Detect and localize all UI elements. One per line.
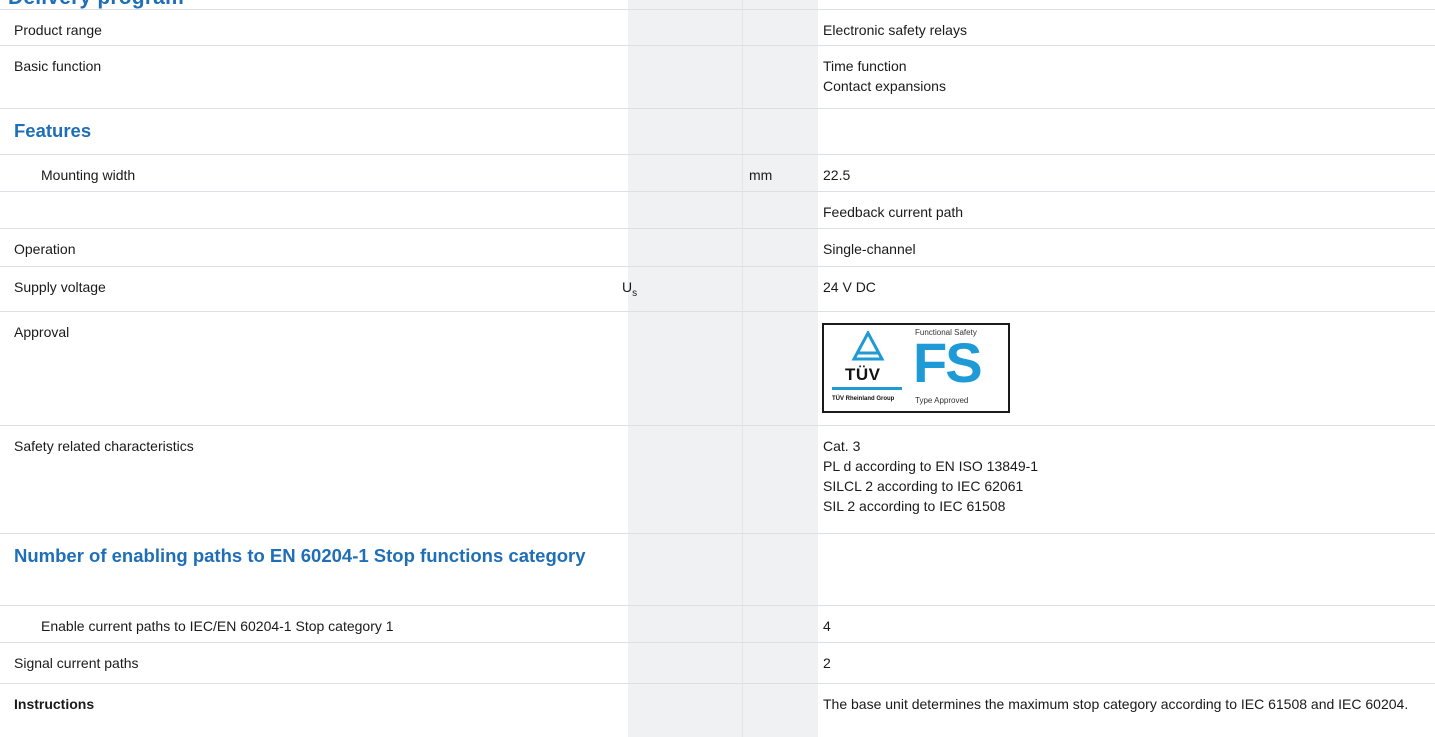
table-row-features-heading: Features (0, 108, 1435, 154)
section-heading-features: Features (14, 120, 92, 141)
row-label: Signal current paths (14, 655, 139, 671)
table-row-approval: Approval TÜV TÜV Rheinland Group Functio… (0, 311, 1435, 425)
row-value: Feedback current path (823, 204, 964, 220)
value-line: SIL 2 according to IEC 61508 (823, 498, 1006, 514)
row-value: 4 (823, 618, 831, 634)
row-value: 2 (823, 655, 831, 671)
section-title: Delivery program (8, 0, 184, 9)
row-label: Mounting width (41, 167, 136, 183)
row-symbol: Us (622, 277, 637, 300)
row-label: Operation (14, 241, 76, 257)
badge-tuv-text: TÜV (845, 365, 881, 384)
badge-fs-text: FS (913, 331, 983, 394)
row-label: Basic function (14, 58, 102, 74)
badge-accent-line (832, 387, 902, 390)
row-value: The base unit determines the maximum sto… (823, 696, 1409, 712)
row-label: Enable current paths to IEC/EN 60204-1 S… (41, 618, 394, 634)
table-row-instructions: Instructions The base unit determines th… (0, 683, 1435, 737)
table-row-safety: Safety related characteristics Cat. 3 PL… (0, 425, 1435, 533)
row-value-list: Cat. 3 PL d according to EN ISO 13849-1 … (823, 436, 1038, 516)
row-value: 22.5 (823, 167, 851, 183)
symbol-subscript: s (632, 288, 638, 299)
table-row-supply-voltage: Supply voltage Us 24 V DC (0, 266, 1435, 311)
row-label: Supply voltage (14, 279, 106, 295)
table-row-enabling-heading: Number of enabling paths to EN 60204-1 S… (0, 533, 1435, 605)
value-line: Cat. 3 (823, 438, 861, 454)
row-label: Approval (14, 324, 70, 340)
value-line: Contact expansions (823, 78, 946, 94)
row-value: Single-channel (823, 241, 916, 257)
table-row-operation: Operation Single-channel (0, 228, 1435, 266)
badge-group-text: TÜV Rheinland Group (832, 396, 895, 402)
row-value: 24 V DC (823, 279, 876, 295)
badge-subtitle: Type Approved (915, 396, 969, 405)
table-row-enable-paths: Enable current paths to IEC/EN 60204-1 S… (0, 605, 1435, 642)
row-unit: mm (749, 167, 773, 183)
value-line: Time function (823, 58, 907, 74)
row-value: Electronic safety relays (823, 22, 967, 38)
row-label: Instructions (14, 696, 95, 712)
value-line: PL d according to EN ISO 13849-1 (823, 458, 1039, 474)
table-row-feedback: Feedback current path (0, 191, 1435, 228)
table-row-signal-paths: Signal current paths 2 (0, 642, 1435, 683)
tuv-triangle-icon (851, 331, 885, 361)
symbol-main: U (622, 279, 633, 295)
row-label: Product range (14, 22, 102, 38)
section-heading-enabling-paths: Number of enabling paths to EN 60204-1 S… (14, 545, 586, 566)
table-row-basic-function: Basic function Time function Contact exp… (0, 45, 1435, 108)
tuv-functional-safety-badge: TÜV TÜV Rheinland Group Functional Safet… (822, 323, 1010, 413)
row-label: Safety related characteristics (14, 438, 194, 454)
table-row-product-range: Product range Electronic safety relays (0, 9, 1435, 45)
row-value-list: Time function Contact expansions (823, 56, 946, 96)
table-row-mounting-width: Mounting width mm 22.5 (0, 154, 1435, 191)
value-line: SILCL 2 according to IEC 62061 (823, 478, 1024, 494)
